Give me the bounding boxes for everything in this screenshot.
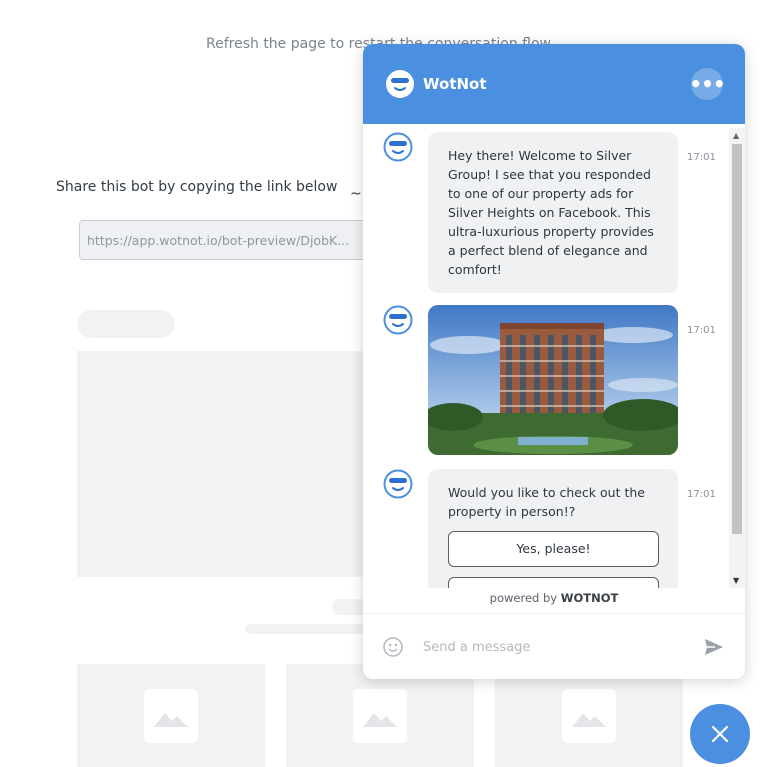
- chat-header: WotNot •••: [363, 44, 745, 124]
- bot-avatar-icon: [383, 132, 413, 162]
- message-input[interactable]: [423, 639, 703, 655]
- scrollbar[interactable]: ▲ ▼: [729, 128, 745, 588]
- page: Refresh the page to restart the conversa…: [0, 0, 774, 767]
- close-icon: [711, 725, 729, 743]
- skeleton-hero: [77, 351, 377, 577]
- scroll-down-arrow-icon[interactable]: ▼: [733, 576, 739, 585]
- chat-title: WotNot: [423, 75, 487, 93]
- powered-by-footer: powered by WOTNOT: [363, 588, 745, 614]
- message-list[interactable]: Hey there! Welcome to Silver Group! I se…: [363, 124, 745, 588]
- scroll-up-arrow-icon[interactable]: ▲: [733, 131, 739, 140]
- scrollbar-thumb[interactable]: [732, 144, 742, 534]
- image-placeholder-icon: [353, 688, 407, 743]
- apartment-tower-image[interactable]: [428, 305, 678, 455]
- curved-arrow-icon: ~: [350, 186, 362, 202]
- message-time: 17:01: [687, 325, 716, 336]
- bot-avatar-icon: [383, 305, 413, 335]
- message-bubble: Would you like to check out the property…: [428, 469, 678, 588]
- powered-by-brand[interactable]: WOTNOT: [561, 591, 619, 605]
- skeleton-pill: [77, 310, 175, 338]
- send-icon[interactable]: [703, 636, 725, 658]
- more-options-button[interactable]: •••: [689, 68, 726, 100]
- skeleton-card: [286, 664, 474, 767]
- emoji-icon[interactable]: [383, 637, 403, 657]
- image-placeholder-icon: [562, 688, 616, 743]
- bot-avatar-icon: [386, 70, 414, 98]
- chat-widget: WotNot ••• Hey there! Welcome to Silver …: [363, 44, 745, 679]
- skeleton-card: [495, 664, 683, 767]
- bot-avatar-icon: [383, 469, 413, 499]
- skeleton-card: [77, 664, 265, 767]
- share-link-input[interactable]: [79, 220, 379, 260]
- message-bubble: Hey there! Welcome to Silver Group! I se…: [428, 132, 678, 293]
- quick-reply-button[interactable]: Yes, please!: [448, 531, 659, 567]
- share-label: Share this bot by copying the link below: [56, 179, 338, 195]
- message-time: 17:01: [687, 489, 716, 500]
- message-time: 17:01: [687, 152, 716, 163]
- image-placeholder-icon: [144, 688, 198, 743]
- quick-reply-button[interactable]: [448, 577, 659, 588]
- skeleton-line: [245, 624, 375, 634]
- close-chat-button[interactable]: [690, 704, 750, 764]
- message-text: Would you like to check out the property…: [448, 485, 645, 519]
- message-composer: [363, 615, 745, 679]
- powered-by-label: powered by: [489, 591, 558, 605]
